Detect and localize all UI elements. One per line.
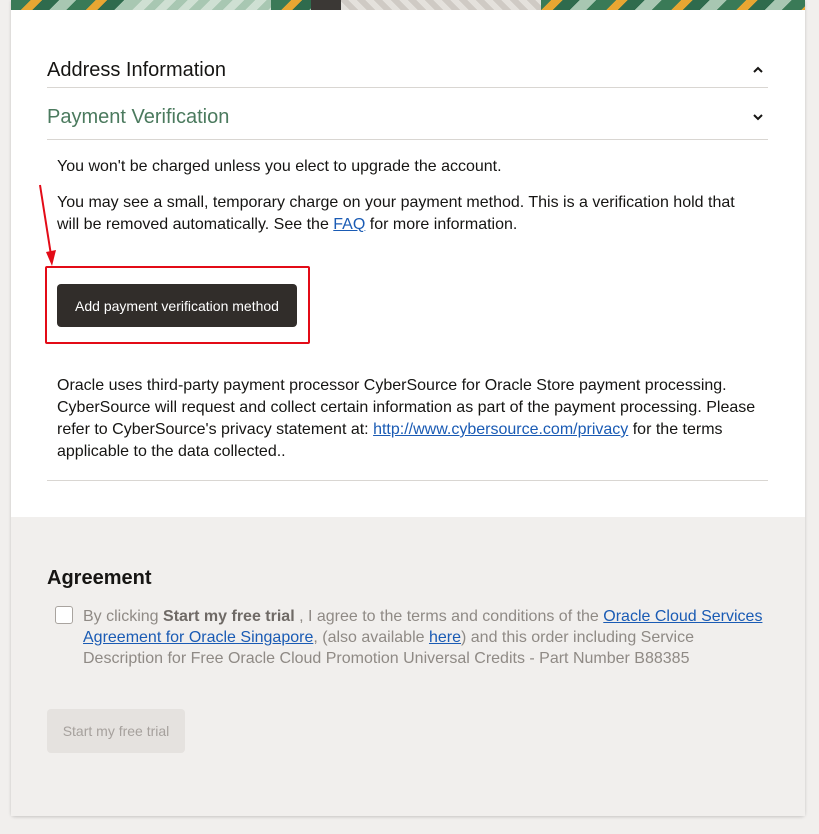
payment-section-title: Payment Verification (47, 105, 230, 128)
divider (47, 480, 768, 481)
agreement-text-part: By clicking (83, 608, 164, 625)
address-section-header[interactable]: Address Information (47, 58, 768, 82)
agreement-title: Agreement (47, 567, 152, 589)
agreement-text-part: , I agree to the terms and conditions of… (294, 608, 604, 625)
no-charge-text: You won't be charged unless you elect to… (57, 158, 502, 175)
faq-link[interactable]: FAQ (333, 216, 365, 233)
payment-section-header[interactable]: Payment Verification (47, 104, 768, 130)
temporary-charge-text: You may see a small, temporary charge on… (57, 192, 757, 236)
agreement-text-part: , (also available (313, 629, 429, 646)
privacy-link[interactable]: http://www.cybersource.com/privacy (373, 421, 628, 438)
address-section-title: Address Information (47, 58, 226, 81)
temporary-charge-text-part: for more information. (365, 216, 518, 233)
agreement-text-bold: Start my free trial (163, 608, 295, 625)
payment-processor-text: Oracle uses third-party payment processo… (57, 375, 757, 463)
chevron-down-icon[interactable] (748, 107, 768, 127)
chevron-up-icon[interactable] (748, 60, 768, 80)
add-payment-verification-button[interactable]: Add payment verification method (57, 284, 297, 327)
here-link[interactable]: here (429, 629, 461, 646)
divider (47, 139, 768, 140)
agreement-checkbox[interactable] (55, 606, 73, 624)
start-free-trial-button[interactable]: Start my free trial (47, 709, 185, 753)
red-arrow-annotation (39, 184, 56, 266)
agreement-text: By clicking Start my free trial , I agre… (83, 606, 773, 669)
divider (47, 87, 768, 88)
